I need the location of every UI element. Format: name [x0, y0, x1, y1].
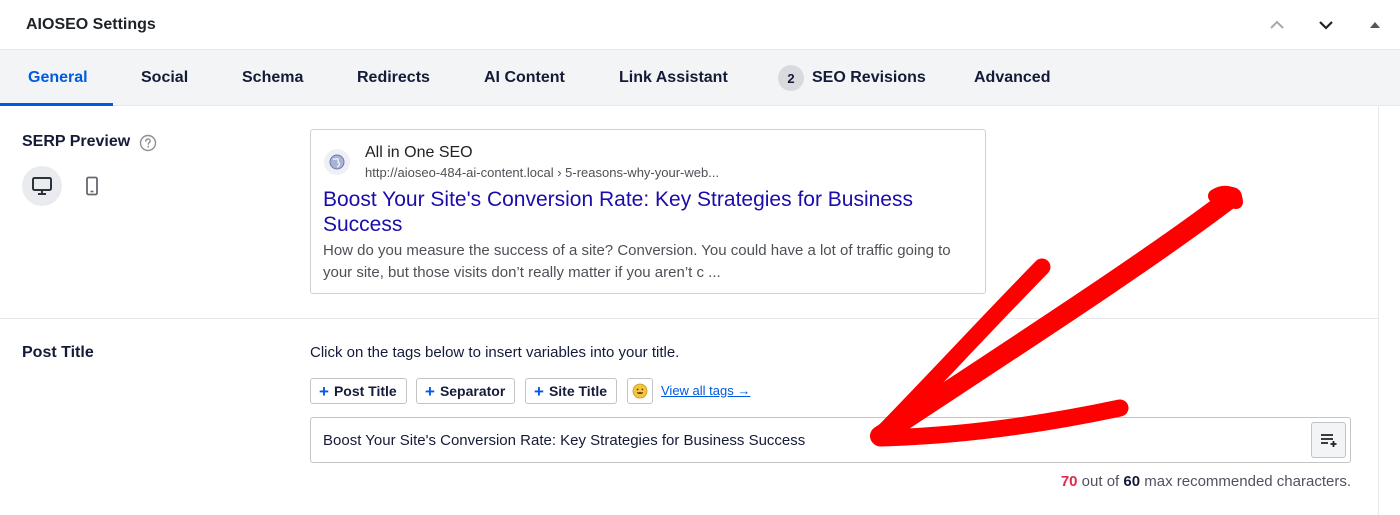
move-down-button[interactable]	[1313, 12, 1339, 38]
serp-site-name: All in One SEO	[365, 144, 473, 161]
insert-tag-button[interactable]	[1311, 422, 1346, 458]
character-count: 70 out of 60 max recommended characters.	[1061, 473, 1351, 490]
desktop-preview-button[interactable]	[22, 166, 62, 206]
tab-social[interactable]: Social	[141, 50, 188, 106]
character-count-mid: out of	[1077, 473, 1124, 490]
plus-icon: +	[534, 381, 544, 401]
settings-tabs: General Social Schema Redirects AI Conte…	[0, 50, 1400, 106]
tab-redirects[interactable]: Redirects	[357, 50, 430, 106]
tab-label: Redirects	[357, 69, 430, 86]
tab-label: Advanced	[974, 69, 1051, 86]
tab-label: General	[28, 69, 88, 86]
view-all-tags-link[interactable]: View all tags →	[661, 383, 750, 398]
scroll-edge	[1378, 106, 1400, 515]
tab-label: Link Assistant	[619, 69, 728, 86]
tab-label: Schema	[242, 69, 304, 86]
serp-url: http://aioseo-484-ai-content.local › 5-r…	[365, 165, 720, 180]
tag-separator-button[interactable]: + Separator	[416, 378, 516, 404]
character-count-value: 70	[1060, 473, 1078, 490]
tab-label: SEO Revisions	[812, 69, 926, 86]
panel-header: AIOSEO Settings	[0, 0, 1400, 50]
triangle-up-icon	[1370, 22, 1380, 28]
desktop-icon	[32, 177, 52, 195]
section-divider	[0, 318, 1378, 319]
panel-title: AIOSEO Settings	[26, 16, 156, 33]
post-title-value[interactable]: Boost Your Site's Conversion Rate: Key S…	[323, 432, 805, 449]
serp-preview-card: All in One SEO http://aioseo-484-ai-cont…	[310, 129, 986, 294]
tags-helper-text: Click on the tags below to insert variab…	[310, 344, 680, 361]
tab-link-assistant[interactable]: Link Assistant	[619, 50, 728, 106]
tab-seo-revisions[interactable]: 2 SEO Revisions	[778, 50, 926, 106]
serp-description: How do you measure the success of a site…	[323, 242, 951, 281]
emoji-picker-button[interactable]	[627, 378, 653, 404]
post-title-label: Post Title	[22, 344, 94, 361]
chevron-up-icon	[1270, 20, 1284, 29]
serp-title: Boost Your Site's Conversion Rate: Key S…	[323, 188, 913, 236]
globe-icon	[324, 149, 350, 175]
serp-preview-label: SERP Preview	[22, 133, 131, 150]
tab-general[interactable]: General	[28, 50, 88, 106]
question-circle-icon[interactable]	[139, 134, 157, 152]
character-count-suffix: max recommended characters.	[1140, 473, 1351, 490]
tag-site-title-button[interactable]: + Site Title	[525, 378, 618, 404]
tab-ai-content[interactable]: AI Content	[484, 50, 565, 106]
tag-label: Site Title	[548, 383, 608, 399]
tab-advanced[interactable]: Advanced	[974, 50, 1050, 106]
tab-label: Social	[141, 69, 189, 86]
collapse-panel-button[interactable]	[1362, 12, 1388, 38]
mobile-preview-button[interactable]	[72, 166, 112, 206]
tag-label: Separator	[439, 383, 506, 399]
list-add-icon	[1320, 434, 1336, 447]
chevron-down-icon	[1319, 21, 1333, 30]
character-count-max: 60	[1123, 473, 1141, 490]
move-up-button[interactable]	[1264, 12, 1290, 38]
plus-icon: +	[425, 381, 435, 401]
revisions-count-badge: 2	[778, 65, 804, 91]
tag-label: Post Title	[333, 383, 397, 399]
tab-label: AI Content	[484, 69, 565, 86]
plus-icon: +	[319, 381, 329, 401]
tab-schema[interactable]: Schema	[242, 50, 303, 106]
mobile-icon	[86, 176, 98, 196]
smiley-icon	[632, 383, 648, 399]
post-title-input[interactable]: Boost Your Site's Conversion Rate: Key S…	[310, 417, 1351, 463]
tag-post-title-button[interactable]: + Post Title	[310, 378, 407, 404]
active-tab-indicator	[0, 103, 113, 106]
